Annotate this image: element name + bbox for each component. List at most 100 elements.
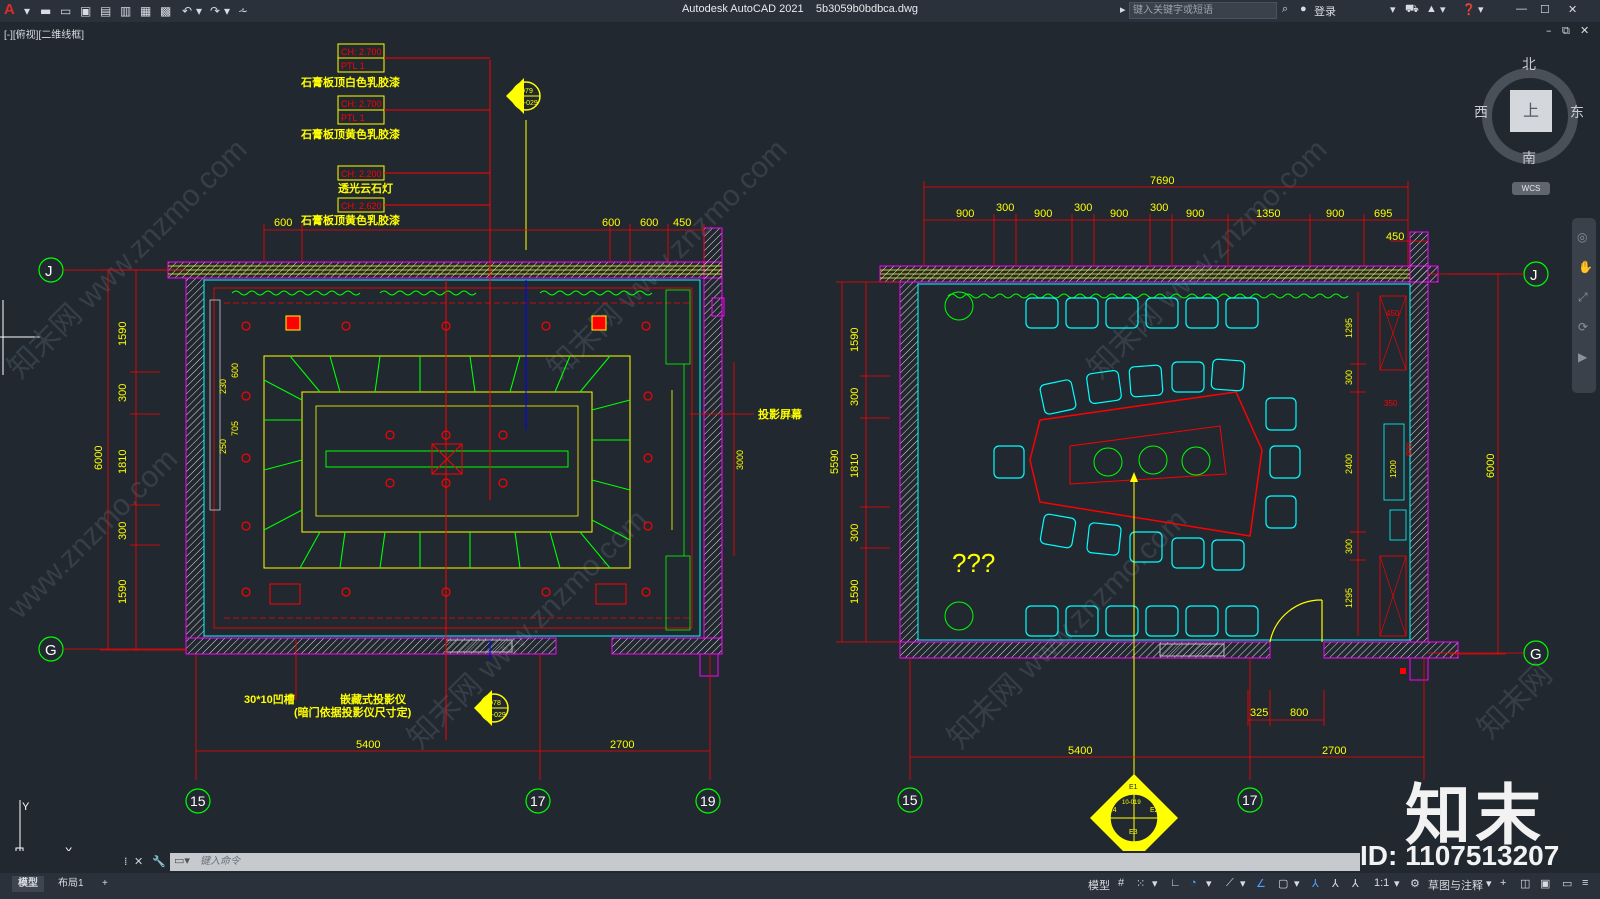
viewcube[interactable]: 上 北 南 西 东: [1470, 57, 1590, 178]
svg-text:G: G: [1530, 646, 1542, 663]
customize-icon[interactable]: ⩪: [238, 3, 248, 19]
workspace-switch[interactable]: 草图与注释: [1428, 877, 1483, 893]
object-snap-tracking-icon[interactable]: ∠: [1256, 877, 1266, 890]
question-note: ???: [952, 548, 995, 578]
command-line-bar[interactable]: ▭▾: [170, 853, 1360, 871]
screen-label: 投影屏幕: [758, 407, 803, 421]
svg-text:1590: 1590: [117, 580, 129, 604]
polar-tracking-icon[interactable]: ◔: [1190, 877, 1197, 889]
svg-text:300: 300: [117, 522, 129, 540]
a360-dropdown-icon[interactable]: ▾: [1440, 3, 1446, 16]
application-menu-icon[interactable]: A: [4, 1, 15, 18]
command-input[interactable]: 键入命令: [200, 854, 240, 870]
svg-text:300: 300: [849, 388, 861, 406]
compass-west[interactable]: 西: [1474, 102, 1488, 122]
command-close-icon[interactable]: ✕: [134, 855, 143, 868]
snap-dropdown-icon[interactable]: ▾: [1152, 877, 1158, 890]
svg-text:5590: 5590: [829, 450, 841, 474]
login-dropdown-icon[interactable]: ▾: [1390, 3, 1396, 16]
compass-south[interactable]: 南: [1522, 148, 1536, 168]
add-layout-button[interactable]: +: [96, 876, 114, 892]
new-icon[interactable]: ▬: [40, 3, 51, 19]
save-icon[interactable]: ▣: [80, 3, 91, 19]
undo-dropdown-icon[interactable]: ▾: [196, 3, 202, 19]
search-expand-icon[interactable]: ▸: [1120, 3, 1126, 16]
pan-icon[interactable]: ✋: [1578, 260, 1593, 274]
hardware-acceleration-icon[interactable]: ▣: [1540, 877, 1550, 890]
annotation-scale-value[interactable]: 1:1: [1374, 877, 1389, 889]
search-input[interactable]: 键入关键字或短语: [1129, 2, 1277, 19]
command-customize-icon[interactable]: 🔧: [152, 855, 166, 868]
redo-dropdown-icon[interactable]: ▾: [224, 3, 230, 19]
tab-model[interactable]: 模型: [12, 876, 44, 892]
clean-screen-icon[interactable]: ▭: [1562, 877, 1572, 890]
watermark-id: ID: 1107513207: [1360, 840, 1560, 871]
isolate-objects-icon[interactable]: ◫: [1520, 877, 1530, 890]
svg-text:CH: 2.620: CH: 2.620: [341, 201, 382, 211]
polar-dropdown-icon[interactable]: ▾: [1206, 877, 1212, 890]
viewcube-top-face[interactable]: 上: [1510, 90, 1552, 132]
plot-preview-icon[interactable]: ▥: [120, 3, 131, 19]
file-name: 5b3059b0bdbca.dwg: [815, 3, 919, 15]
undo-icon[interactable]: ↶: [182, 3, 192, 19]
cart-icon[interactable]: ⛟: [1405, 3, 1419, 17]
material-label-1: CH: 2.700 PTL 1 石膏板顶白色乳胶漆: [300, 43, 490, 89]
title-bar: A ▾ ▬ ▭ ▣ ▤ ▥ ▦ ▩ ↶ ▾ ↷ ▾ ⩪ Autodesk Aut…: [0, 0, 1600, 22]
grid-icon[interactable]: #: [1118, 877, 1124, 889]
isodraft-icon[interactable]: ⟋: [1226, 877, 1234, 890]
add-icon[interactable]: +: [1500, 877, 1506, 889]
svg-text:1590: 1590: [117, 322, 129, 346]
workspace-dropdown-icon[interactable]: ▾: [1486, 877, 1492, 890]
customization-menu-icon[interactable]: ≡: [1582, 877, 1588, 889]
scale-dropdown-icon[interactable]: ▾: [1394, 877, 1400, 890]
autodesk-a360-icon[interactable]: ▲: [1426, 3, 1437, 15]
svg-text:7690: 7690: [1150, 175, 1174, 187]
search-icon[interactable]: ⌕: [1282, 3, 1288, 16]
minimize-icon[interactable]: —: [1516, 3, 1527, 15]
ortho-icon[interactable]: ∟: [1170, 877, 1181, 889]
orbit-icon[interactable]: ⟳: [1578, 320, 1588, 334]
wall-right: [703, 227, 723, 639]
close-icon[interactable]: ✕: [1568, 3, 1577, 16]
annotation-visibility-icon[interactable]: ⅄: [1312, 877, 1319, 890]
auto-scale-icon[interactable]: ⅄: [1332, 877, 1339, 890]
login-label[interactable]: 登录: [1314, 3, 1336, 19]
annotation-scale-icon[interactable]: ⅄: [1352, 877, 1359, 890]
publish-icon[interactable]: ▦: [140, 3, 151, 19]
svg-text:450: 450: [1386, 309, 1400, 318]
isodraft-dropdown-icon[interactable]: ▾: [1240, 877, 1246, 890]
help-icon[interactable]: ❓: [1462, 3, 1476, 16]
left-ceiling-plan: CH: 2.700 PTL 1 石膏板顶白色乳胶漆 CH: 2.700 PTL …: [93, 43, 803, 780]
grid-bubble-15-right: 15: [897, 787, 923, 813]
maximize-icon[interactable]: ☐: [1540, 3, 1550, 16]
svg-text:E2: E2: [1150, 807, 1159, 814]
help-dropdown-icon[interactable]: ▾: [1478, 3, 1484, 16]
open-icon[interactable]: ▭: [60, 3, 71, 19]
dropdown-arrow-icon[interactable]: ▾: [24, 3, 30, 19]
compass-east[interactable]: 东: [1570, 102, 1584, 122]
zoom-extents-icon[interactable]: ⤢: [1578, 290, 1588, 305]
redo-icon[interactable]: ↷: [210, 3, 220, 19]
command-grip-icon[interactable]: ⁞: [124, 855, 128, 868]
print-icon[interactable]: ▩: [160, 3, 171, 19]
showmotion-icon[interactable]: ▶: [1578, 350, 1587, 364]
user-icon[interactable]: ●: [1300, 3, 1307, 15]
model-space-button[interactable]: 模型: [1088, 877, 1110, 893]
object-snap-icon[interactable]: ▢: [1278, 877, 1288, 890]
svg-text:30*10凹槽: 30*10凹槽: [244, 692, 295, 706]
workspace-gear-icon[interactable]: ⚙: [1410, 877, 1420, 890]
section-callout-d79: D79 10-029: [506, 78, 541, 114]
object-snap-dropdown-icon[interactable]: ▾: [1294, 877, 1300, 890]
wcs-menu[interactable]: WCS: [1512, 182, 1550, 195]
navigation-bar[interactable]: ◎ ✋ ⤢ ⟳ ▶: [1572, 218, 1596, 393]
svg-text:石膏板顶黄色乳胶漆: 石膏板顶黄色乳胶漆: [300, 127, 400, 141]
curtain-line: [231, 290, 653, 296]
compass-north[interactable]: 北: [1522, 54, 1536, 74]
recent-commands-icon[interactable]: ▭▾: [174, 854, 190, 867]
snap-icon[interactable]: ⁙: [1136, 877, 1145, 890]
steering-wheel-icon[interactable]: ◎: [1577, 230, 1587, 244]
svg-text:300: 300: [996, 202, 1014, 214]
save-as-icon[interactable]: ▤: [100, 3, 111, 19]
tab-layout1[interactable]: 布局1: [52, 876, 90, 892]
drawing-canvas[interactable]: 知末网 www.znzmo.com www.znzmo.com 知末网 www.…: [0, 36, 1600, 851]
